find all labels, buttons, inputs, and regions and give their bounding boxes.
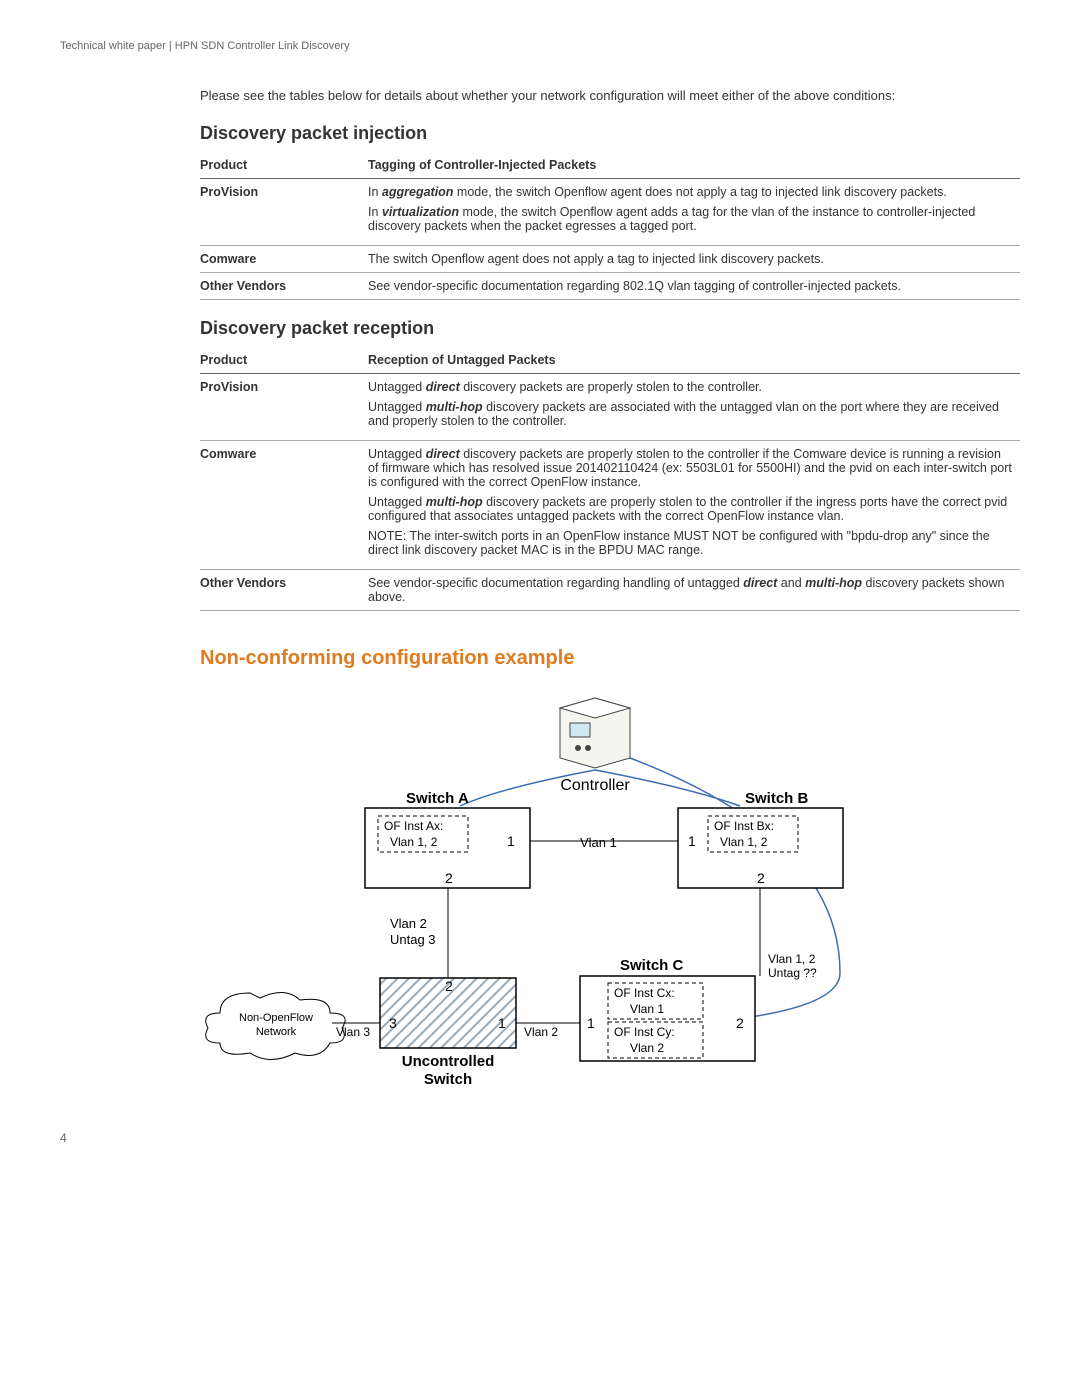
table-injection: Product Tagging of Controller-Injected P… xyxy=(200,152,1020,300)
vlan3-label: Vlan 3 xyxy=(336,1025,370,1039)
switch-a-port1: 1 xyxy=(507,833,515,849)
vlan12untag-2: Untag ?? xyxy=(768,966,817,980)
product-cell: Comware xyxy=(200,441,368,570)
table2-col2: Reception of Untagged Packets xyxy=(368,347,1020,374)
switch-a-port2: 2 xyxy=(445,870,453,886)
switch-b-label: Switch B xyxy=(745,790,809,807)
nonof1: Non-OpenFlow xyxy=(239,1012,313,1024)
switch-c-port2: 2 xyxy=(736,1015,744,1031)
ofcy2-label: Vlan 2 xyxy=(630,1041,664,1055)
table2-col1: Product xyxy=(200,347,368,374)
details-cell: See vendor-specific documentation regard… xyxy=(368,273,1020,300)
ofax-label: OF Inst Ax: xyxy=(384,819,443,833)
nonof2: Network xyxy=(256,1026,297,1038)
section1-heading: Discovery packet injection xyxy=(200,123,1020,144)
product-cell: ProVision xyxy=(200,374,368,441)
switch-a-label: Switch A xyxy=(406,790,469,807)
table1-col1: Product xyxy=(200,152,368,179)
vlan2untag3-1: Vlan 2 xyxy=(390,916,427,931)
table-row: ProVisionIn aggregation mode, the switch… xyxy=(200,179,1020,246)
product-cell: Comware xyxy=(200,246,368,273)
doc-header: Technical white paper | HPN SDN Controll… xyxy=(60,40,1020,52)
table-row: ComwareUntagged direct discovery packets… xyxy=(200,441,1020,570)
vlan2untag3-2: Untag 3 xyxy=(390,932,436,947)
product-cell: Other Vendors xyxy=(200,273,368,300)
product-cell: Other Vendors xyxy=(200,570,368,611)
details-cell: Untagged direct discovery packets are pr… xyxy=(368,441,1020,570)
table-row: ProVisionUntagged direct discovery packe… xyxy=(200,374,1020,441)
ofbx2-label: Vlan 1, 2 xyxy=(720,835,768,849)
details-cell: See vendor-specific documentation regard… xyxy=(368,570,1020,611)
switch-b-port2: 2 xyxy=(757,870,765,886)
switch-c-label: Switch C xyxy=(620,957,684,974)
ofcx2-label: Vlan 1 xyxy=(630,1002,664,1016)
network-diagram: Controller Switch A OF Inst Ax: Vlan 1, … xyxy=(200,688,1020,1131)
vlan1-label: Vlan 1 xyxy=(580,835,617,850)
uc-port1: 1 xyxy=(498,1015,506,1031)
vlan2-label: Vlan 2 xyxy=(524,1025,558,1039)
uncontrolled-label1: Uncontrolled xyxy=(402,1053,495,1070)
details-cell: In aggregation mode, the switch Openflow… xyxy=(368,179,1020,246)
details-cell: Untagged direct discovery packets are pr… xyxy=(368,374,1020,441)
ofbx-label: OF Inst Bx: xyxy=(714,819,774,833)
ofcx-label: OF Inst Cx: xyxy=(614,986,675,1000)
nonconforming-heading: Non-conforming configuration example xyxy=(200,647,1020,670)
vlan12untag-1: Vlan 1, 2 xyxy=(768,952,816,966)
controller-label: Controller xyxy=(560,777,630,794)
switch-c-port1: 1 xyxy=(587,1015,595,1031)
table-row: Other VendorsSee vendor-specific documen… xyxy=(200,273,1020,300)
table-reception: Product Reception of Untagged Packets Pr… xyxy=(200,347,1020,611)
table-row: Other VendorsSee vendor-specific documen… xyxy=(200,570,1020,611)
uncontrolled-label2: Switch xyxy=(424,1071,472,1088)
ofax2-label: Vlan 1, 2 xyxy=(390,835,438,849)
page-number: 4 xyxy=(60,1131,67,1145)
uc-port3: 3 xyxy=(389,1015,397,1031)
table1-col2: Tagging of Controller-Injected Packets xyxy=(368,152,1020,179)
controller-icon xyxy=(560,698,630,768)
product-cell: ProVision xyxy=(200,179,368,246)
section2-heading: Discovery packet reception xyxy=(200,318,1020,339)
switch-b-port1: 1 xyxy=(688,833,696,849)
table-row: ComwareThe switch Openflow agent does no… xyxy=(200,246,1020,273)
uc-port2: 2 xyxy=(445,978,453,994)
intro-text: Please see the tables below for details … xyxy=(200,88,1020,103)
details-cell: The switch Openflow agent does not apply… xyxy=(368,246,1020,273)
ofcy-label: OF Inst Cy: xyxy=(614,1025,675,1039)
